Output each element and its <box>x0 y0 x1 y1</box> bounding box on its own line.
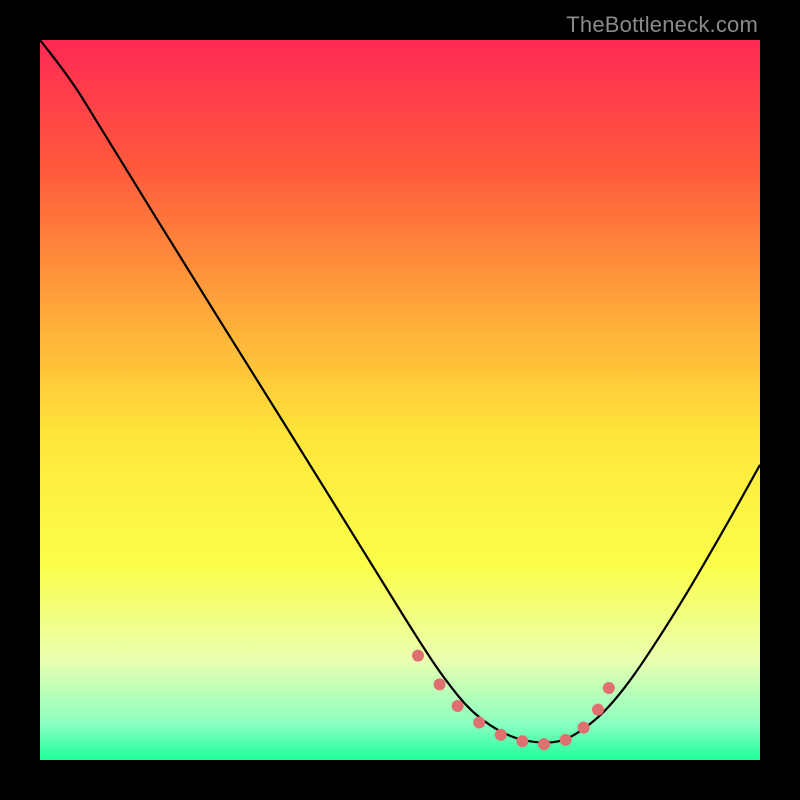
valley-marker <box>434 678 446 690</box>
valley-marker <box>516 735 528 747</box>
watermark-text: TheBottleneck.com <box>566 12 758 38</box>
valley-marker <box>495 729 507 741</box>
valley-marker <box>538 738 550 750</box>
valley-marker <box>592 704 604 716</box>
valley-marker <box>452 700 464 712</box>
valley-marker <box>473 717 485 729</box>
chart-svg <box>40 40 760 760</box>
valley-marker <box>560 734 572 746</box>
valley-marker <box>578 722 590 734</box>
chart-plot-area <box>40 40 760 760</box>
valley-marker <box>603 682 615 694</box>
valley-marker <box>412 650 424 662</box>
gradient-background <box>40 40 760 760</box>
